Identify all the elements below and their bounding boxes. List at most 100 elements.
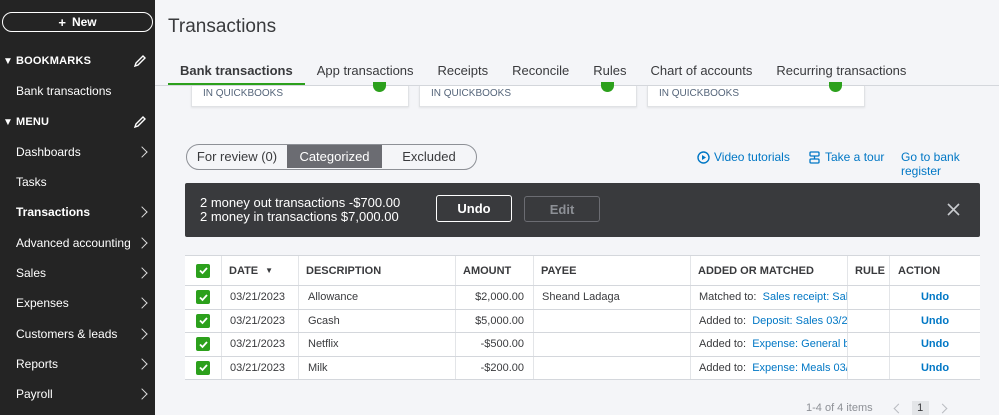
banner-undo-button[interactable]: Undo [436, 195, 512, 222]
account-card[interactable]: IN QUICKBOOKS [647, 82, 865, 107]
sidebar-item-label: Advanced accounting [16, 236, 131, 250]
chevron-right-icon[interactable] [937, 403, 948, 413]
added-transaction-link[interactable]: Expense: General b [752, 338, 847, 350]
pencil-icon[interactable] [133, 115, 147, 129]
description-cell: Gcash [298, 309, 455, 332]
bookmarks-header[interactable]: ▼ BOOKMARKS [0, 46, 155, 76]
sidebar-item-advanced-accounting[interactable]: Advanced accounting [0, 228, 155, 258]
sidebar-item-payroll[interactable]: Payroll [0, 379, 155, 409]
video-tutorials-label: Video tutorials [714, 150, 790, 164]
sidebar-item-label: Bank transactions [16, 84, 112, 98]
matched-transaction-link[interactable]: Sales receipt: Sal [763, 291, 847, 303]
amount-cell: -$500.00 [455, 333, 533, 356]
added-prefix: Matched to: [699, 291, 757, 304]
status-check-icon [829, 82, 842, 92]
new-button[interactable]: + New [2, 12, 153, 32]
go-to-bank-register-link[interactable]: Go to bank register [901, 150, 999, 178]
sidebar-item-expenses[interactable]: Expenses [0, 288, 155, 318]
column-header-rule[interactable]: RULE [847, 256, 889, 285]
sidebar-item-sales[interactable]: Sales [0, 258, 155, 288]
card-status-label: IN QUICKBOOKS [203, 88, 284, 99]
action-cell: Undo [889, 333, 980, 356]
sidebar-item-label: Tasks [16, 175, 47, 189]
column-header-amount[interactable]: AMOUNT [455, 256, 533, 285]
row-select-cell [185, 310, 221, 333]
added-prefix: Added to: [699, 338, 747, 351]
column-header-payee[interactable]: PAYEE [533, 256, 690, 285]
menu-header[interactable]: ▼ MENU [0, 107, 155, 137]
tab-receipts[interactable]: Receipts [426, 60, 501, 86]
take-a-tour-link[interactable]: Take a tour [808, 150, 884, 164]
added-transaction-link[interactable]: Expense: Meals 03/ [752, 362, 847, 374]
rule-cell [847, 309, 889, 332]
added-prefix: Added to: [699, 314, 747, 327]
sidebar-item-label: Reports [16, 357, 59, 371]
sidebar-item-customers-leads[interactable]: Customers & leads [0, 319, 155, 349]
action-cell: Undo [889, 356, 980, 379]
go-to-bank-register-label: Go to bank register [901, 150, 960, 178]
account-card[interactable]: IN QUICKBOOKS [419, 82, 637, 107]
tab-reconcile[interactable]: Reconcile [500, 60, 581, 86]
main-content: Transactions Bank transactions App trans… [155, 0, 999, 415]
check-icon [198, 364, 208, 372]
chevron-down-icon: ▼ [3, 116, 14, 128]
tab-chart-of-accounts[interactable]: Chart of accounts [638, 60, 764, 86]
added-matched-cell: Added to: Deposit: Sales 03/2 [690, 309, 847, 332]
row-checkbox[interactable] [196, 337, 210, 352]
filter-excluded[interactable]: Excluded [382, 145, 476, 168]
sidebar-item-label: Expenses [16, 296, 69, 310]
date-cell: 03/21/2023 [221, 286, 298, 309]
pagination: 1-4 of 4 items 1 [806, 401, 948, 415]
column-header-date[interactable]: DATE ▼ [221, 256, 298, 285]
status-check-icon [601, 82, 614, 92]
account-card[interactable]: IN QUICKBOOKS [191, 82, 409, 107]
amount-cell: $5,000.00 [455, 309, 533, 332]
plus-icon: + [58, 14, 66, 30]
sidebar: + New ▼ BOOKMARKS Bank transactions ▼ ME… [0, 0, 155, 415]
pencil-icon[interactable] [133, 54, 147, 68]
check-icon [198, 317, 208, 325]
column-header-action: ACTION [889, 256, 980, 285]
row-select-cell [185, 357, 221, 380]
column-date-label: DATE [229, 264, 259, 277]
row-undo-link[interactable]: Undo [921, 315, 949, 327]
review-filter-toggle: For review (0) Categorized Excluded [186, 144, 477, 170]
added-prefix: Added to: [699, 361, 747, 374]
sort-down-icon: ▼ [265, 266, 274, 275]
column-header-added-or-matched[interactable]: ADDED OR MATCHED [690, 256, 847, 285]
close-icon[interactable] [947, 203, 960, 216]
sidebar-item-label: Sales [16, 266, 47, 280]
sidebar-item-label: Payroll [16, 387, 53, 401]
sidebar-item-dashboards[interactable]: Dashboards [0, 137, 155, 167]
added-transaction-link[interactable]: Deposit: Sales 03/2 [752, 315, 847, 327]
filter-for-review[interactable]: For review (0) [187, 145, 287, 168]
filter-categorized[interactable]: Categorized [287, 145, 382, 168]
video-tutorials-link[interactable]: Video tutorials [697, 150, 790, 164]
chevron-down-icon: ▼ [3, 55, 14, 67]
row-undo-link[interactable]: Undo [921, 362, 949, 374]
tab-app-transactions[interactable]: App transactions [305, 60, 426, 86]
sidebar-item-reports[interactable]: Reports [0, 349, 155, 379]
row-checkbox[interactable] [196, 313, 210, 328]
description-cell: Netflix [298, 333, 455, 356]
select-all-checkbox[interactable] [196, 263, 210, 278]
status-check-icon [373, 82, 386, 92]
table-row: 03/21/2023 Gcash $5,000.00 Added to: Dep… [185, 309, 980, 333]
sidebar-item-transactions[interactable]: Transactions [0, 197, 155, 227]
tab-bank-transactions[interactable]: Bank transactions [168, 60, 305, 86]
sidebar-item-tasks[interactable]: Tasks [0, 167, 155, 197]
sidebar-item-label: Transactions [16, 205, 91, 219]
date-cell: 03/21/2023 [221, 309, 298, 332]
row-undo-link[interactable]: Undo [921, 291, 949, 303]
column-header-description[interactable]: DESCRIPTION [298, 256, 455, 285]
banner-edit-button[interactable]: Edit [524, 196, 600, 222]
description-cell: Milk [298, 356, 455, 379]
sidebar-item-bank-transactions[interactable]: Bank transactions [0, 76, 155, 106]
current-page[interactable]: 1 [911, 401, 929, 415]
row-undo-link[interactable]: Undo [921, 338, 949, 350]
take-a-tour-label: Take a tour [825, 150, 885, 164]
row-checkbox[interactable] [196, 290, 210, 305]
row-checkbox[interactable] [196, 360, 210, 375]
chevron-left-icon[interactable] [893, 403, 904, 413]
check-icon [198, 267, 208, 275]
